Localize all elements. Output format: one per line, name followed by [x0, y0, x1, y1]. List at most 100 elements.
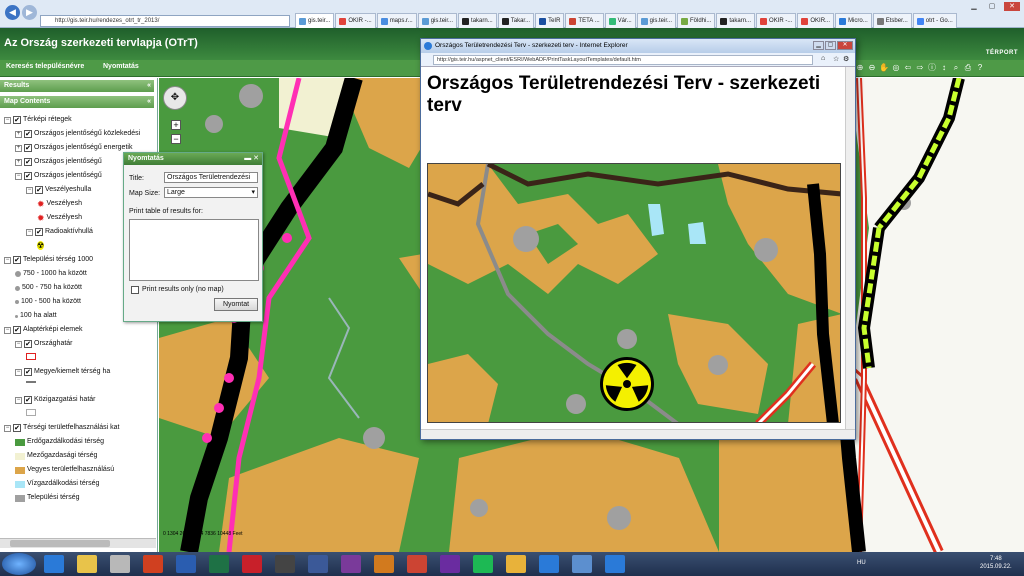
gear-icon[interactable]: ⚙: [843, 55, 849, 63]
browser-tab[interactable]: Takar...: [497, 13, 535, 28]
browser-tab[interactable]: Vár...: [604, 13, 636, 28]
browser-tab[interactable]: Micro...: [835, 13, 872, 28]
taskbar-app-icon[interactable]: [473, 555, 493, 573]
zoom-in-button[interactable]: +: [171, 120, 181, 130]
taskbar-app-icon[interactable]: [176, 555, 196, 573]
back-extent-icon[interactable]: ⇦: [903, 63, 913, 73]
browser-tab[interactable]: OKIR...: [797, 13, 835, 28]
layer-tree-item[interactable]: Vegyes területfelhasználású: [15, 465, 114, 475]
layer-checkbox[interactable]: ✔: [35, 186, 43, 194]
browser-tab[interactable]: Etsber...: [872, 13, 912, 28]
expand-icon[interactable]: +: [15, 144, 22, 152]
magnifier-icon[interactable]: ⌕: [951, 63, 961, 73]
layer-tree-item[interactable]: 100 ha alatt: [15, 311, 57, 321]
layer-tree-item[interactable]: − ✔ Közigazgatási határ: [15, 395, 95, 405]
taskbar-app-icon[interactable]: [110, 555, 130, 573]
minimize-icon[interactable]: ▁: [966, 2, 982, 11]
layer-checkbox[interactable]: ✔: [13, 326, 21, 334]
layer-tree-item[interactable]: ☢: [37, 241, 45, 250]
expand-icon[interactable]: −: [26, 186, 33, 194]
clock[interactable]: 7:48 2015.09.22.: [980, 555, 1012, 571]
popup-hscrollbar[interactable]: [421, 429, 855, 439]
taskbar-app-icon[interactable]: [44, 555, 64, 573]
start-button[interactable]: [2, 553, 36, 575]
layer-tree-item[interactable]: [26, 381, 36, 383]
browser-tab[interactable]: OKIR -...: [335, 13, 376, 28]
help-icon[interactable]: ?: [975, 63, 985, 73]
print-button[interactable]: Nyomtat: [214, 298, 258, 311]
results-header[interactable]: Results «: [0, 80, 154, 92]
maximize-icon[interactable]: ▢: [984, 2, 1000, 11]
print-dialog-title[interactable]: Nyomtatás: [124, 153, 262, 165]
layer-tree-item[interactable]: Települési térség: [15, 493, 80, 503]
layer-tree-item[interactable]: − ✔ Térképi rétegek: [4, 115, 72, 125]
taskbar-app-icon[interactable]: [506, 555, 526, 573]
browser-tab[interactable]: gis.teir...: [417, 13, 458, 28]
layer-checkbox[interactable]: ✔: [13, 116, 21, 124]
browser-tab[interactable]: gis.teir...: [295, 13, 335, 28]
layer-checkbox[interactable]: ✔: [24, 144, 32, 152]
panel-scrollbar[interactable]: [0, 538, 156, 548]
layer-tree-item[interactable]: − ✔ Veszélyeshulla: [26, 185, 91, 195]
taskbar-app-icon[interactable]: [275, 555, 295, 573]
browser-tab[interactable]: takarn...: [458, 13, 497, 28]
expand-icon[interactable]: −: [15, 172, 22, 180]
results-only-checkbox[interactable]: [131, 286, 139, 294]
layer-tree-item[interactable]: ✹ Veszélyesh: [37, 213, 82, 223]
layer-checkbox[interactable]: ✔: [24, 368, 32, 376]
zoom-out-button[interactable]: −: [171, 134, 181, 144]
browser-tab[interactable]: takarn...: [716, 13, 756, 28]
layer-checkbox[interactable]: ✔: [13, 424, 21, 432]
back-button[interactable]: ◀: [5, 5, 20, 20]
layer-tree-item[interactable]: Erdőgazdálkodási térség: [15, 437, 104, 447]
forward-extent-icon[interactable]: ⇨: [915, 63, 925, 73]
expand-icon[interactable]: −: [4, 424, 11, 432]
popup-url[interactable]: http://gis.teir.hu/aspnet_client/ESRI/We…: [433, 55, 813, 65]
layer-tree-item[interactable]: 100 - 500 ha között: [15, 297, 81, 307]
home-icon[interactable]: ⌂: [821, 55, 825, 62]
layer-tree-item[interactable]: 500 - 750 ha között: [15, 283, 82, 293]
browser-tab[interactable]: TETA ...: [565, 13, 604, 28]
expand-icon[interactable]: −: [26, 228, 33, 236]
layer-checkbox[interactable]: ✔: [24, 130, 32, 138]
taskbar-app-icon[interactable]: [374, 555, 394, 573]
taskbar-app-icon[interactable]: [341, 555, 361, 573]
print-icon[interactable]: ⎙: [963, 63, 973, 73]
pan-control[interactable]: ✥: [163, 86, 187, 110]
layer-tree-item[interactable]: − ✔ Országhatár: [15, 339, 73, 349]
search-settlement-link[interactable]: Keresés településnévre: [6, 63, 84, 70]
taskbar-app-icon[interactable]: [539, 555, 559, 573]
star-icon[interactable]: ☆: [833, 55, 839, 63]
popup-vscrollbar[interactable]: [845, 67, 855, 429]
taskbar-app-icon[interactable]: [407, 555, 427, 573]
taskbar-app-icon[interactable]: [242, 555, 262, 573]
browser-tab[interactable]: TeIR: [535, 13, 565, 28]
layer-tree-item[interactable]: + ✔ Országos jelentőségű: [15, 157, 102, 167]
expand-icon[interactable]: −: [15, 368, 22, 376]
layer-tree-item[interactable]: − ✔ Térségi területfelhasználási kat: [4, 423, 120, 433]
layer-checkbox[interactable]: ✔: [24, 396, 32, 404]
title-input[interactable]: Országos Területrendezési: [164, 172, 258, 183]
layer-tree-item[interactable]: + ✔ Országos jelentőségű energetik: [15, 143, 132, 153]
layer-tree-item[interactable]: − ✔ Országos jelentőségű: [15, 171, 102, 181]
language-indicator[interactable]: HU: [857, 560, 866, 566]
layer-tree-item[interactable]: + ✔ Országos jelentőségű közlekedési: [15, 129, 140, 139]
layer-tree-item[interactable]: − ✔ Megye/kiemelt térség ha: [15, 367, 110, 377]
expand-icon[interactable]: −: [15, 396, 22, 404]
layer-tree-item[interactable]: − ✔ Radioaktívhullá: [26, 227, 93, 237]
pan-icon[interactable]: ✋: [879, 63, 889, 73]
layer-tree-item[interactable]: ✹ Veszélyesh: [37, 199, 82, 209]
browser-tab[interactable]: maps.r...: [376, 13, 417, 28]
expand-icon[interactable]: +: [15, 158, 22, 166]
zoom-in-icon[interactable]: ⊕: [855, 63, 865, 73]
close-icon[interactable]: ✕: [1004, 2, 1020, 11]
layer-tree-item[interactable]: Mezőgazdasági térség: [15, 451, 97, 461]
address-bar[interactable]: http://gis.teir.hu/rendezes_otrt_tr_2013…: [40, 15, 290, 27]
expand-icon[interactable]: −: [4, 326, 11, 334]
map-size-select[interactable]: Large ▾: [164, 187, 258, 198]
browser-tab[interactable]: OKIR -...: [756, 13, 797, 28]
layer-checkbox[interactable]: ✔: [24, 158, 32, 166]
expand-icon[interactable]: −: [15, 340, 22, 348]
layer-checkbox[interactable]: ✔: [24, 172, 32, 180]
taskbar-app-icon[interactable]: [605, 555, 625, 573]
